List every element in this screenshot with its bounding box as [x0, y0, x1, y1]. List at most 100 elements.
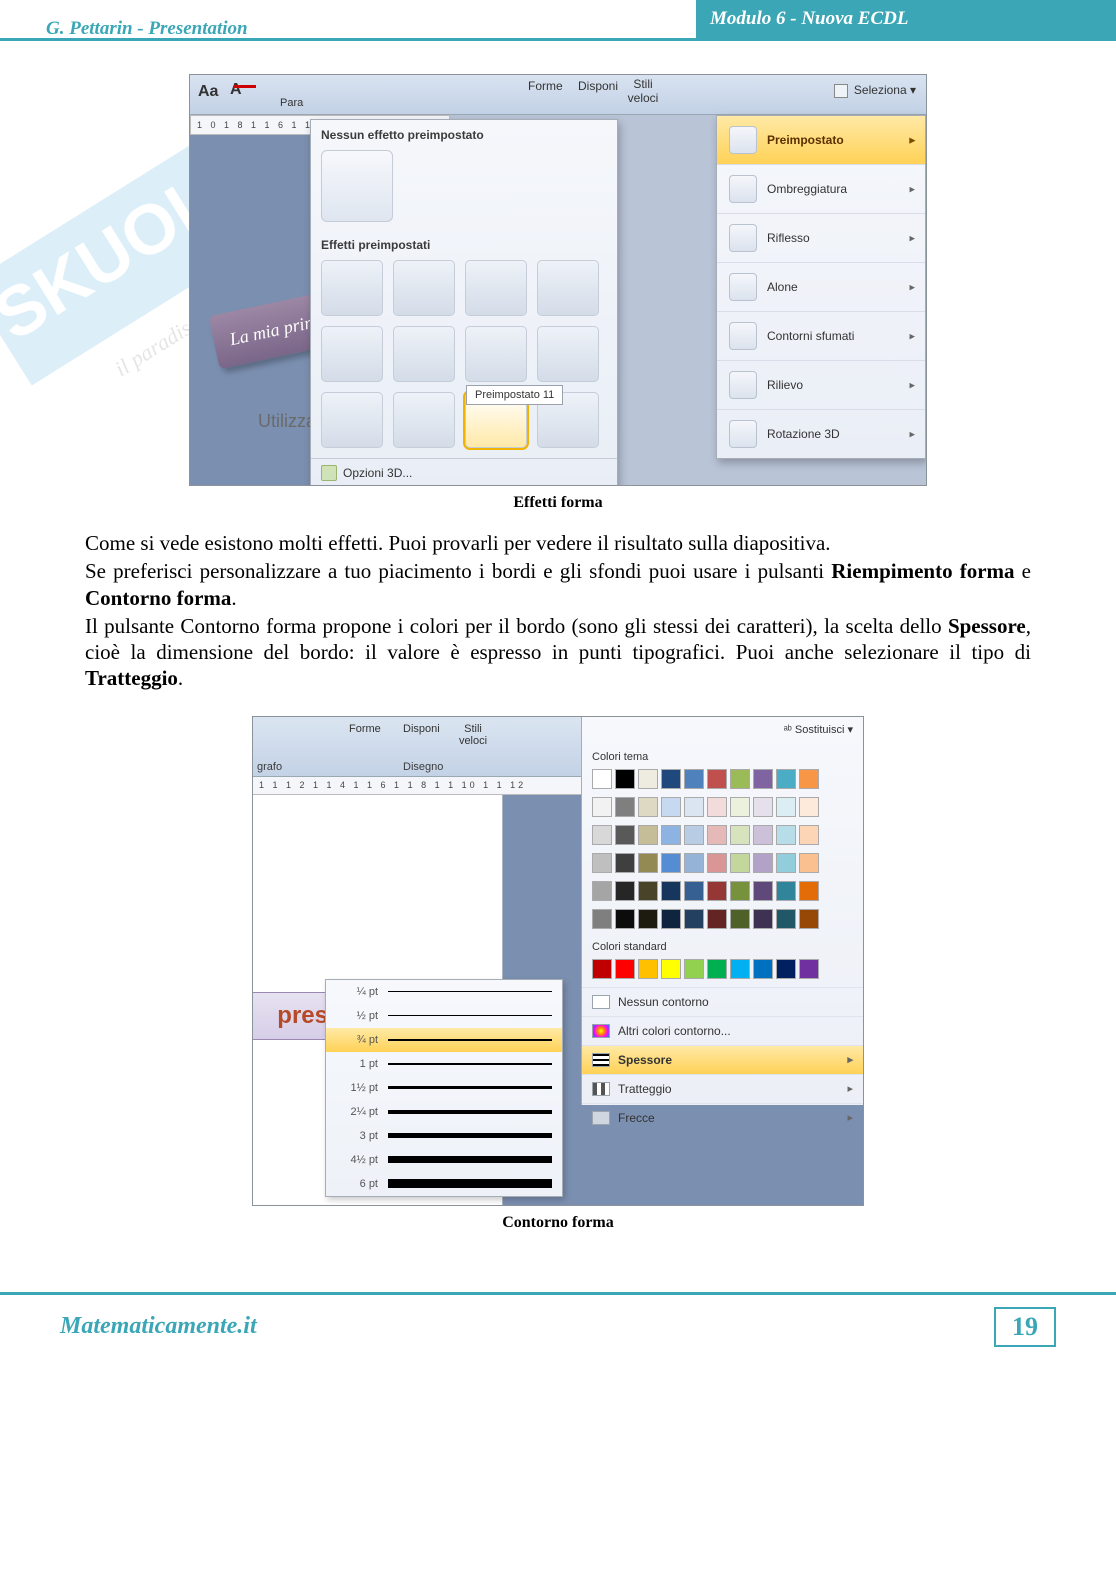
- color-swatch[interactable]: [661, 909, 681, 929]
- color-swatch[interactable]: [753, 825, 773, 845]
- font-color-button[interactable]: A: [230, 81, 242, 99]
- color-swatch[interactable]: [638, 959, 658, 979]
- color-swatch[interactable]: [753, 881, 773, 901]
- effect-category-item[interactable]: Rilievo▸: [717, 361, 925, 410]
- select-button[interactable]: Seleziona ▾: [834, 83, 916, 98]
- color-swatch[interactable]: [592, 909, 612, 929]
- color-swatch[interactable]: [753, 797, 773, 817]
- color-swatch[interactable]: [753, 853, 773, 873]
- color-swatch[interactable]: [753, 769, 773, 789]
- color-swatch[interactable]: [776, 825, 796, 845]
- more-colors-button[interactable]: Altri colori contorno...: [582, 1016, 863, 1045]
- color-swatch[interactable]: [661, 769, 681, 789]
- color-swatch[interactable]: [684, 797, 704, 817]
- color-swatch[interactable]: [799, 881, 819, 901]
- color-swatch[interactable]: [799, 959, 819, 979]
- color-swatch[interactable]: [684, 959, 704, 979]
- preset-none-swatch[interactable]: [321, 150, 393, 222]
- preset-swatch[interactable]: [393, 326, 455, 382]
- color-swatch[interactable]: [638, 769, 658, 789]
- arrange-button[interactable]: Disponi: [578, 79, 618, 93]
- color-swatch[interactable]: [615, 881, 635, 901]
- color-swatch[interactable]: [707, 909, 727, 929]
- color-swatch[interactable]: [638, 797, 658, 817]
- color-swatch[interactable]: [661, 825, 681, 845]
- color-swatch[interactable]: [730, 853, 750, 873]
- color-swatch[interactable]: [776, 959, 796, 979]
- weight-option[interactable]: 4½ pt: [326, 1148, 562, 1172]
- color-swatch[interactable]: [753, 959, 773, 979]
- color-swatch[interactable]: [684, 853, 704, 873]
- color-swatch[interactable]: [592, 797, 612, 817]
- effect-category-item[interactable]: Preimpostato▸: [717, 116, 925, 165]
- color-swatch[interactable]: [661, 853, 681, 873]
- color-swatch[interactable]: [776, 797, 796, 817]
- weight-option[interactable]: ½ pt: [326, 1004, 562, 1028]
- color-swatch[interactable]: [638, 853, 658, 873]
- color-swatch[interactable]: [592, 769, 612, 789]
- color-swatch[interactable]: [730, 881, 750, 901]
- weight-option[interactable]: 3 pt: [326, 1124, 562, 1148]
- color-swatch[interactable]: [799, 853, 819, 873]
- color-swatch[interactable]: [684, 825, 704, 845]
- quick-styles-button[interactable]: Stili veloci: [626, 77, 660, 105]
- color-swatch[interactable]: [615, 769, 635, 789]
- weight-option[interactable]: ¾ pt: [326, 1028, 562, 1052]
- preset-swatch[interactable]: [537, 326, 599, 382]
- color-swatch[interactable]: [730, 797, 750, 817]
- color-swatch[interactable]: [684, 881, 704, 901]
- effect-category-item[interactable]: Rotazione 3D▸: [717, 410, 925, 458]
- preset-swatch[interactable]: [465, 326, 527, 382]
- color-swatch[interactable]: [661, 881, 681, 901]
- color-swatch[interactable]: [615, 959, 635, 979]
- color-swatch[interactable]: [799, 769, 819, 789]
- color-swatch[interactable]: [776, 881, 796, 901]
- color-swatch[interactable]: [707, 797, 727, 817]
- color-swatch[interactable]: [638, 825, 658, 845]
- color-swatch[interactable]: [730, 769, 750, 789]
- weight-option[interactable]: ¼ pt: [326, 980, 562, 1004]
- color-swatch[interactable]: [753, 909, 773, 929]
- color-swatch[interactable]: [615, 797, 635, 817]
- weight-option[interactable]: 2¼ pt: [326, 1100, 562, 1124]
- weight-button[interactable]: Spessore ▸: [582, 1045, 863, 1074]
- color-swatch[interactable]: [592, 959, 612, 979]
- color-swatch[interactable]: [730, 825, 750, 845]
- preset-swatch[interactable]: [321, 326, 383, 382]
- effect-category-item[interactable]: Contorni sfumati▸: [717, 312, 925, 361]
- replace-button[interactable]: ᵃᵇ Sostituisci ▾: [784, 723, 853, 736]
- color-swatch[interactable]: [661, 797, 681, 817]
- color-swatch[interactable]: [615, 909, 635, 929]
- effect-category-item[interactable]: Alone▸: [717, 263, 925, 312]
- color-swatch[interactable]: [592, 853, 612, 873]
- color-swatch[interactable]: [730, 909, 750, 929]
- preset-swatch[interactable]: [393, 260, 455, 316]
- color-swatch[interactable]: [707, 825, 727, 845]
- quick-styles-button[interactable]: Stili veloci: [457, 723, 489, 747]
- color-swatch[interactable]: [684, 769, 704, 789]
- weight-option[interactable]: 1 pt: [326, 1052, 562, 1076]
- color-swatch[interactable]: [661, 959, 681, 979]
- color-swatch[interactable]: [707, 853, 727, 873]
- color-swatch[interactable]: [707, 959, 727, 979]
- shapes-button[interactable]: Forme: [528, 79, 563, 93]
- color-swatch[interactable]: [707, 769, 727, 789]
- color-swatch[interactable]: [684, 909, 704, 929]
- arrange-button[interactable]: Disponi: [403, 723, 440, 735]
- color-swatch[interactable]: [592, 881, 612, 901]
- preset-swatch[interactable]: [321, 260, 383, 316]
- weight-option[interactable]: 6 pt: [326, 1172, 562, 1196]
- dashes-button[interactable]: Tratteggio ▸: [582, 1074, 863, 1103]
- color-swatch[interactable]: [638, 909, 658, 929]
- color-swatch[interactable]: [799, 909, 819, 929]
- color-swatch[interactable]: [615, 853, 635, 873]
- preset-swatch[interactable]: [465, 260, 527, 316]
- weight-option[interactable]: 1½ pt: [326, 1076, 562, 1100]
- effect-category-item[interactable]: Ombreggiatura▸: [717, 165, 925, 214]
- no-outline-button[interactable]: Nessun contorno: [582, 987, 863, 1016]
- color-swatch[interactable]: [638, 881, 658, 901]
- color-swatch[interactable]: [799, 825, 819, 845]
- preset-swatch[interactable]: [537, 260, 599, 316]
- options-3d-button[interactable]: Opzioni 3D...: [311, 458, 617, 486]
- effect-category-item[interactable]: Riflesso▸: [717, 214, 925, 263]
